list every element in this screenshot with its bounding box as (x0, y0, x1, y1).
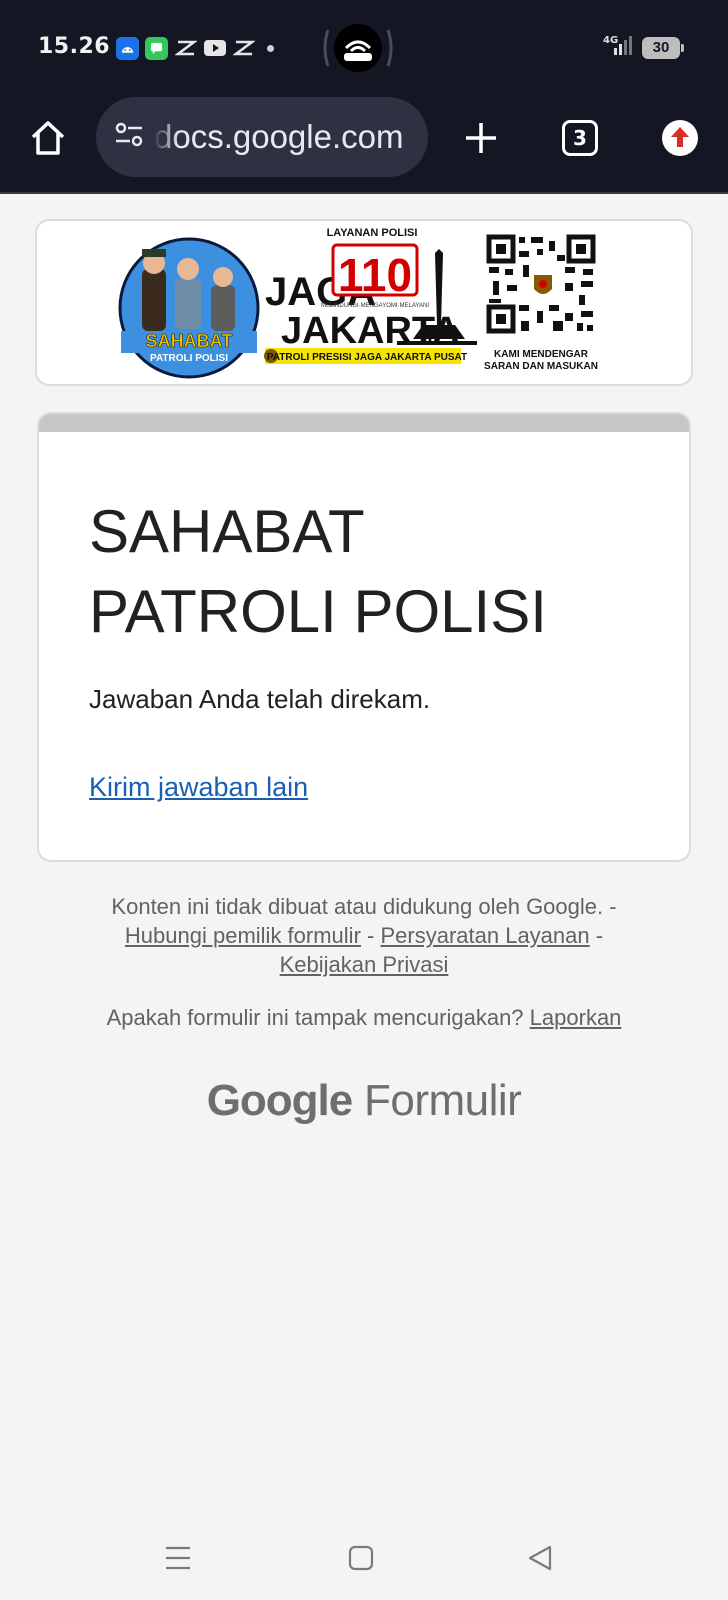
footer-separator: - (595, 923, 604, 948)
recent-apps-button[interactable] (164, 1544, 192, 1577)
footer-separator: - (367, 923, 375, 948)
battery-icon: 30 (642, 36, 684, 59)
number-110: 110 (338, 249, 412, 301)
google-wordmark: Google (206, 1076, 354, 1125)
confirmation-message: Jawaban Anda telah direkam. (89, 684, 431, 714)
form-header-image: SAHABAT PATROLI POLISI LAYANAN POLISI JA… (35, 219, 693, 386)
home-icon (31, 121, 65, 155)
square-icon (348, 1545, 374, 1571)
notification-icons (116, 36, 274, 60)
home-nav-button[interactable] (347, 1544, 375, 1577)
youtube-icon (203, 37, 226, 60)
report-abuse-row: Apakah formulir ini tampak mencurigakan?… (0, 1005, 728, 1031)
home-button[interactable] (22, 112, 74, 164)
submit-another-response-link[interactable]: Kirim jawaban lain (89, 772, 308, 803)
back-nav-button[interactable] (526, 1544, 554, 1577)
form-title-line2: PATROLI POLISI (89, 578, 547, 645)
network-type: 4G (603, 35, 618, 46)
ribbon-text: PATROLI PRESISI JAGA JAKARTA PUSAT (267, 352, 467, 363)
system-indicators: 4G 30 (600, 34, 684, 61)
service-label: LAYANAN POLISI (327, 227, 418, 239)
form-footer: Konten ini tidak dibuat atau didukung ol… (0, 892, 728, 979)
status-bar: 15.26 4G 30 (0, 0, 728, 92)
update-arrow-icon (662, 120, 698, 156)
disclaimer-text: Konten ini tidak dibuat atau didukung ol… (111, 894, 617, 919)
confirmation-card: SAHABAT PATROLI POLISI Jawaban Anda tela… (37, 412, 691, 862)
tab-switcher-button[interactable]: 3 (554, 112, 606, 164)
qr-caption-1: KAMI MENDENGAR (494, 349, 589, 360)
hotspot-indicator-icon (322, 22, 394, 74)
address-bar[interactable]: docs.google.com (96, 97, 428, 177)
browser-toolbar: docs.google.com 3 (0, 92, 728, 194)
form-title-line1: SAHABAT (89, 498, 365, 565)
report-link[interactable]: Laporkan (530, 1005, 622, 1030)
qr-caption-2: SARAN DAN MASUKAN (484, 361, 598, 372)
plus-icon (466, 123, 496, 153)
sahabat-patroli-badge: SAHABAT PATROLI POLISI (118, 237, 260, 379)
google-forms-logo[interactable]: Google Formulir (0, 1076, 728, 1126)
messages-app-icon (145, 36, 168, 60)
privacy-policy-link[interactable]: Kebijakan Privasi (280, 952, 449, 977)
terms-of-service-link[interactable]: Persyaratan Layanan (380, 923, 589, 948)
suspicious-question: Apakah formulir ini tampak mencurigakan? (106, 1005, 524, 1030)
tab-count: 3 (562, 120, 598, 156)
capcut-icon (174, 37, 197, 60)
qr-code: KAMI MENDENGAR SARAN DAN MASUKAN (484, 234, 598, 372)
url-text: docs.google.com (154, 118, 404, 155)
form-title: SAHABAT PATROLI POLISI (89, 492, 649, 652)
tagline-text: MELINDUNGI·MENGAYOMI·MELAYANI (321, 303, 429, 309)
back-triangle-icon (528, 1545, 552, 1571)
badge-bottom-text: PATROLI POLISI (150, 353, 228, 364)
badge-top-text: SAHABAT (146, 331, 233, 351)
update-button[interactable] (654, 112, 706, 164)
jaga-jakarta-110-logo: LAYANAN POLISI JAGA 110 MELINDUNGI·MENGA… (264, 227, 477, 364)
forms-wordmark: Formulir (363, 1076, 522, 1125)
card-accent-bar (39, 414, 689, 432)
system-navigation-bar (0, 1520, 728, 1600)
android-app-icon (116, 36, 139, 60)
signal-icon: 4G (600, 34, 634, 61)
contact-owner-link[interactable]: Hubungi pemilik formulir (125, 923, 361, 948)
more-notifications-dot (267, 44, 274, 52)
menu-lines-icon (166, 1546, 190, 1570)
new-tab-button[interactable] (455, 112, 507, 164)
site-settings-icon[interactable] (114, 122, 144, 153)
status-time: 15.26 (38, 34, 111, 59)
capcut-icon (232, 37, 255, 60)
